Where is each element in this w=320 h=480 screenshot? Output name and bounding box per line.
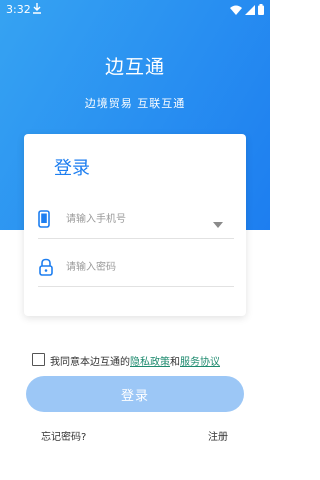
login-card: 登录 (24, 134, 246, 316)
lock-icon (38, 258, 54, 276)
phone-icon (38, 210, 54, 228)
app-subtitle: 边境贸易 互联互通 (84, 97, 186, 110)
register-link[interactable]: 注册 (208, 428, 228, 443)
battery-icon (258, 4, 264, 18)
agreement-text: 我同意本边互通的隐私政策和服务协议 (50, 353, 220, 368)
status-icons (230, 4, 264, 18)
phone-field (38, 200, 234, 239)
privacy-policy-link[interactable]: 隐私政策 (130, 357, 170, 368)
agreement-prefix: 我同意本边互通的 (50, 357, 130, 368)
phone-input[interactable] (64, 208, 218, 230)
dropdown-caret-icon[interactable] (212, 214, 224, 228)
password-field (38, 248, 234, 287)
agreement-and: 和 (170, 357, 180, 368)
agreement-checkbox[interactable] (32, 353, 45, 366)
login-card-title: 登录 (54, 158, 90, 179)
password-input[interactable] (64, 256, 218, 278)
signal-icon (245, 4, 255, 18)
forgot-password-link[interactable]: 忘记密码? (41, 428, 86, 443)
status-time: 3:32 (6, 3, 31, 16)
status-bar: 3:32 (0, 0, 270, 20)
login-button[interactable]: 登录 (26, 376, 244, 412)
download-icon (32, 2, 42, 17)
agreement-row: 我同意本边互通的隐私政策和服务协议 (32, 352, 252, 368)
wifi-icon (230, 5, 242, 18)
service-agreement-link[interactable]: 服务协议 (180, 357, 220, 368)
app-title: 边互通 (104, 56, 165, 78)
